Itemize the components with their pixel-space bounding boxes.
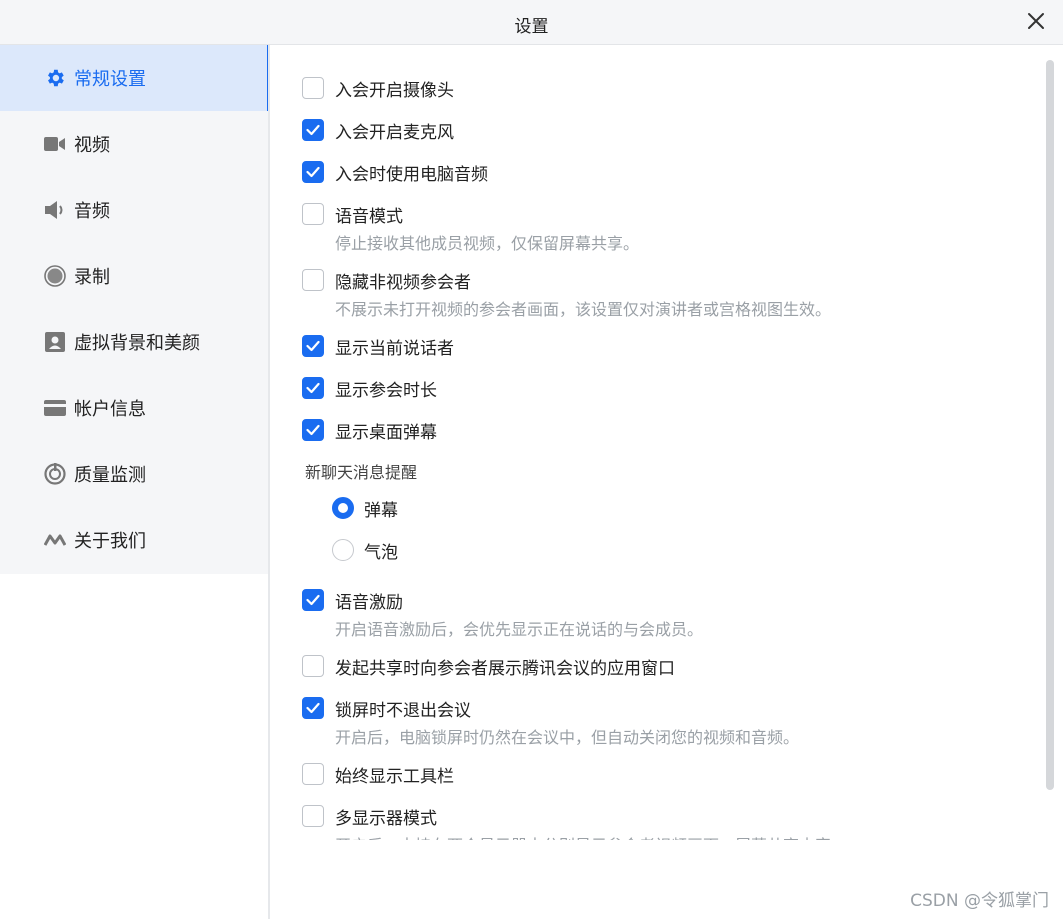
checkbox[interactable] (302, 655, 324, 677)
checkbox[interactable] (302, 805, 324, 827)
sidebar-item-quality[interactable]: 质量监测 (0, 441, 268, 507)
checkmark-icon (306, 382, 320, 394)
about-icon (44, 529, 66, 551)
sidebar-item-label: 音频 (74, 201, 110, 222)
option-label: 多显示器模式 (335, 809, 437, 829)
option-label: 锁屏时不退出会议 (335, 701, 471, 721)
portrait-icon (44, 331, 66, 353)
checkmark-icon (306, 424, 320, 436)
option-label: 语音激励 (335, 593, 403, 613)
option-label: 入会开启摄像头 (335, 81, 454, 101)
monitor-icon (44, 463, 66, 485)
option-label: 入会时使用电脑音频 (335, 165, 488, 185)
sidebar-item-virtual-background[interactable]: 虚拟背景和美颜 (0, 309, 268, 375)
radio-label: 气泡 (364, 543, 398, 563)
option-label: 入会开启麦克风 (335, 123, 454, 143)
checkbox[interactable] (302, 77, 324, 99)
radio-danmaku[interactable] (332, 497, 354, 519)
option-description: 开启语音激励后，会优先显示正在说话的与会成员。 (335, 620, 704, 639)
option-label: 显示桌面弹幕 (335, 423, 437, 443)
option-description: 停止接收其他成员视频，仅保留屏幕共享。 (335, 234, 640, 253)
chat-notify-label: 新聊天消息提醒 (305, 463, 418, 482)
close-icon (1028, 13, 1044, 29)
checkbox[interactable] (302, 119, 324, 141)
checkbox[interactable] (302, 377, 324, 399)
scrollbar[interactable] (1046, 60, 1054, 790)
sidebar-item-video[interactable]: 视频 (0, 111, 268, 177)
title-bar: 设置 (0, 0, 1063, 45)
checkbox[interactable] (302, 335, 324, 357)
sidebar-item-label: 质量监测 (74, 465, 146, 486)
checkmark-icon (306, 340, 320, 352)
checkbox[interactable] (302, 203, 324, 225)
sidebar-item-audio[interactable]: 音频 (0, 177, 268, 243)
gear-icon (44, 67, 66, 89)
checkbox[interactable] (302, 419, 324, 441)
option-label: 显示当前说话者 (335, 339, 454, 359)
checkbox[interactable] (302, 269, 324, 291)
checkbox[interactable] (302, 161, 324, 183)
record-icon (44, 265, 66, 287)
sidebar-item-account[interactable]: 帐户信息 (0, 375, 268, 441)
sidebar-item-label: 视频 (74, 135, 110, 156)
sidebar-item-label: 帐户信息 (74, 399, 146, 420)
checkmark-icon (306, 594, 320, 606)
checkmark-icon (306, 702, 320, 714)
settings-panel: 入会开启摄像头 入会开启麦克风 入会时使用电脑音频 语音模式 停止接收其他成员视… (270, 45, 1046, 840)
option-description: 开启后，电脑锁屏时仍然在会议中，但自动关闭您的视频和音频。 (335, 728, 800, 747)
speaker-icon (44, 199, 66, 221)
sidebar-item-label: 录制 (74, 267, 110, 288)
close-button[interactable] (1021, 6, 1051, 36)
option-label: 显示参会时长 (335, 381, 437, 401)
option-description: 开启后，支持在两个显示器中分别显示参会者视频画面、屏幕共享内容 (335, 832, 831, 840)
checkmark-icon (306, 166, 320, 178)
option-label: 语音模式 (335, 207, 403, 227)
sidebar-item-about[interactable]: 关于我们 (0, 507, 268, 573)
option-description: 不展示未打开视频的参会者画面，该设置仅对演讲者或宫格视图生效。 (335, 300, 832, 319)
card-icon (44, 397, 66, 419)
sidebar-item-general[interactable]: 常规设置 (0, 45, 270, 111)
radio-label: 弹幕 (364, 501, 398, 521)
sidebar-item-label: 关于我们 (74, 531, 146, 552)
sidebar-item-label: 常规设置 (74, 69, 146, 90)
sidebar-item-label: 虚拟背景和美颜 (74, 333, 200, 354)
window-title: 设置 (514, 17, 549, 37)
radio-bubble[interactable] (332, 539, 354, 561)
checkmark-icon (306, 124, 320, 136)
checkbox[interactable] (302, 763, 324, 785)
option-label: 发起共享时向参会者展示腾讯会议的应用窗口 (335, 659, 675, 679)
checkbox[interactable] (302, 697, 324, 719)
checkbox[interactable] (302, 589, 324, 611)
option-label: 始终显示工具栏 (335, 767, 454, 787)
video-camera-icon (44, 133, 66, 155)
watermark: CSDN @令狐掌门 (910, 891, 1049, 911)
option-label: 隐藏非视频参会者 (335, 273, 471, 293)
sidebar-item-recording[interactable]: 录制 (0, 243, 268, 309)
sidebar: 常规设置 视频 音频 录制 虚拟背景和美颜 帐户信息 质量监测 关于我们 (0, 45, 270, 574)
